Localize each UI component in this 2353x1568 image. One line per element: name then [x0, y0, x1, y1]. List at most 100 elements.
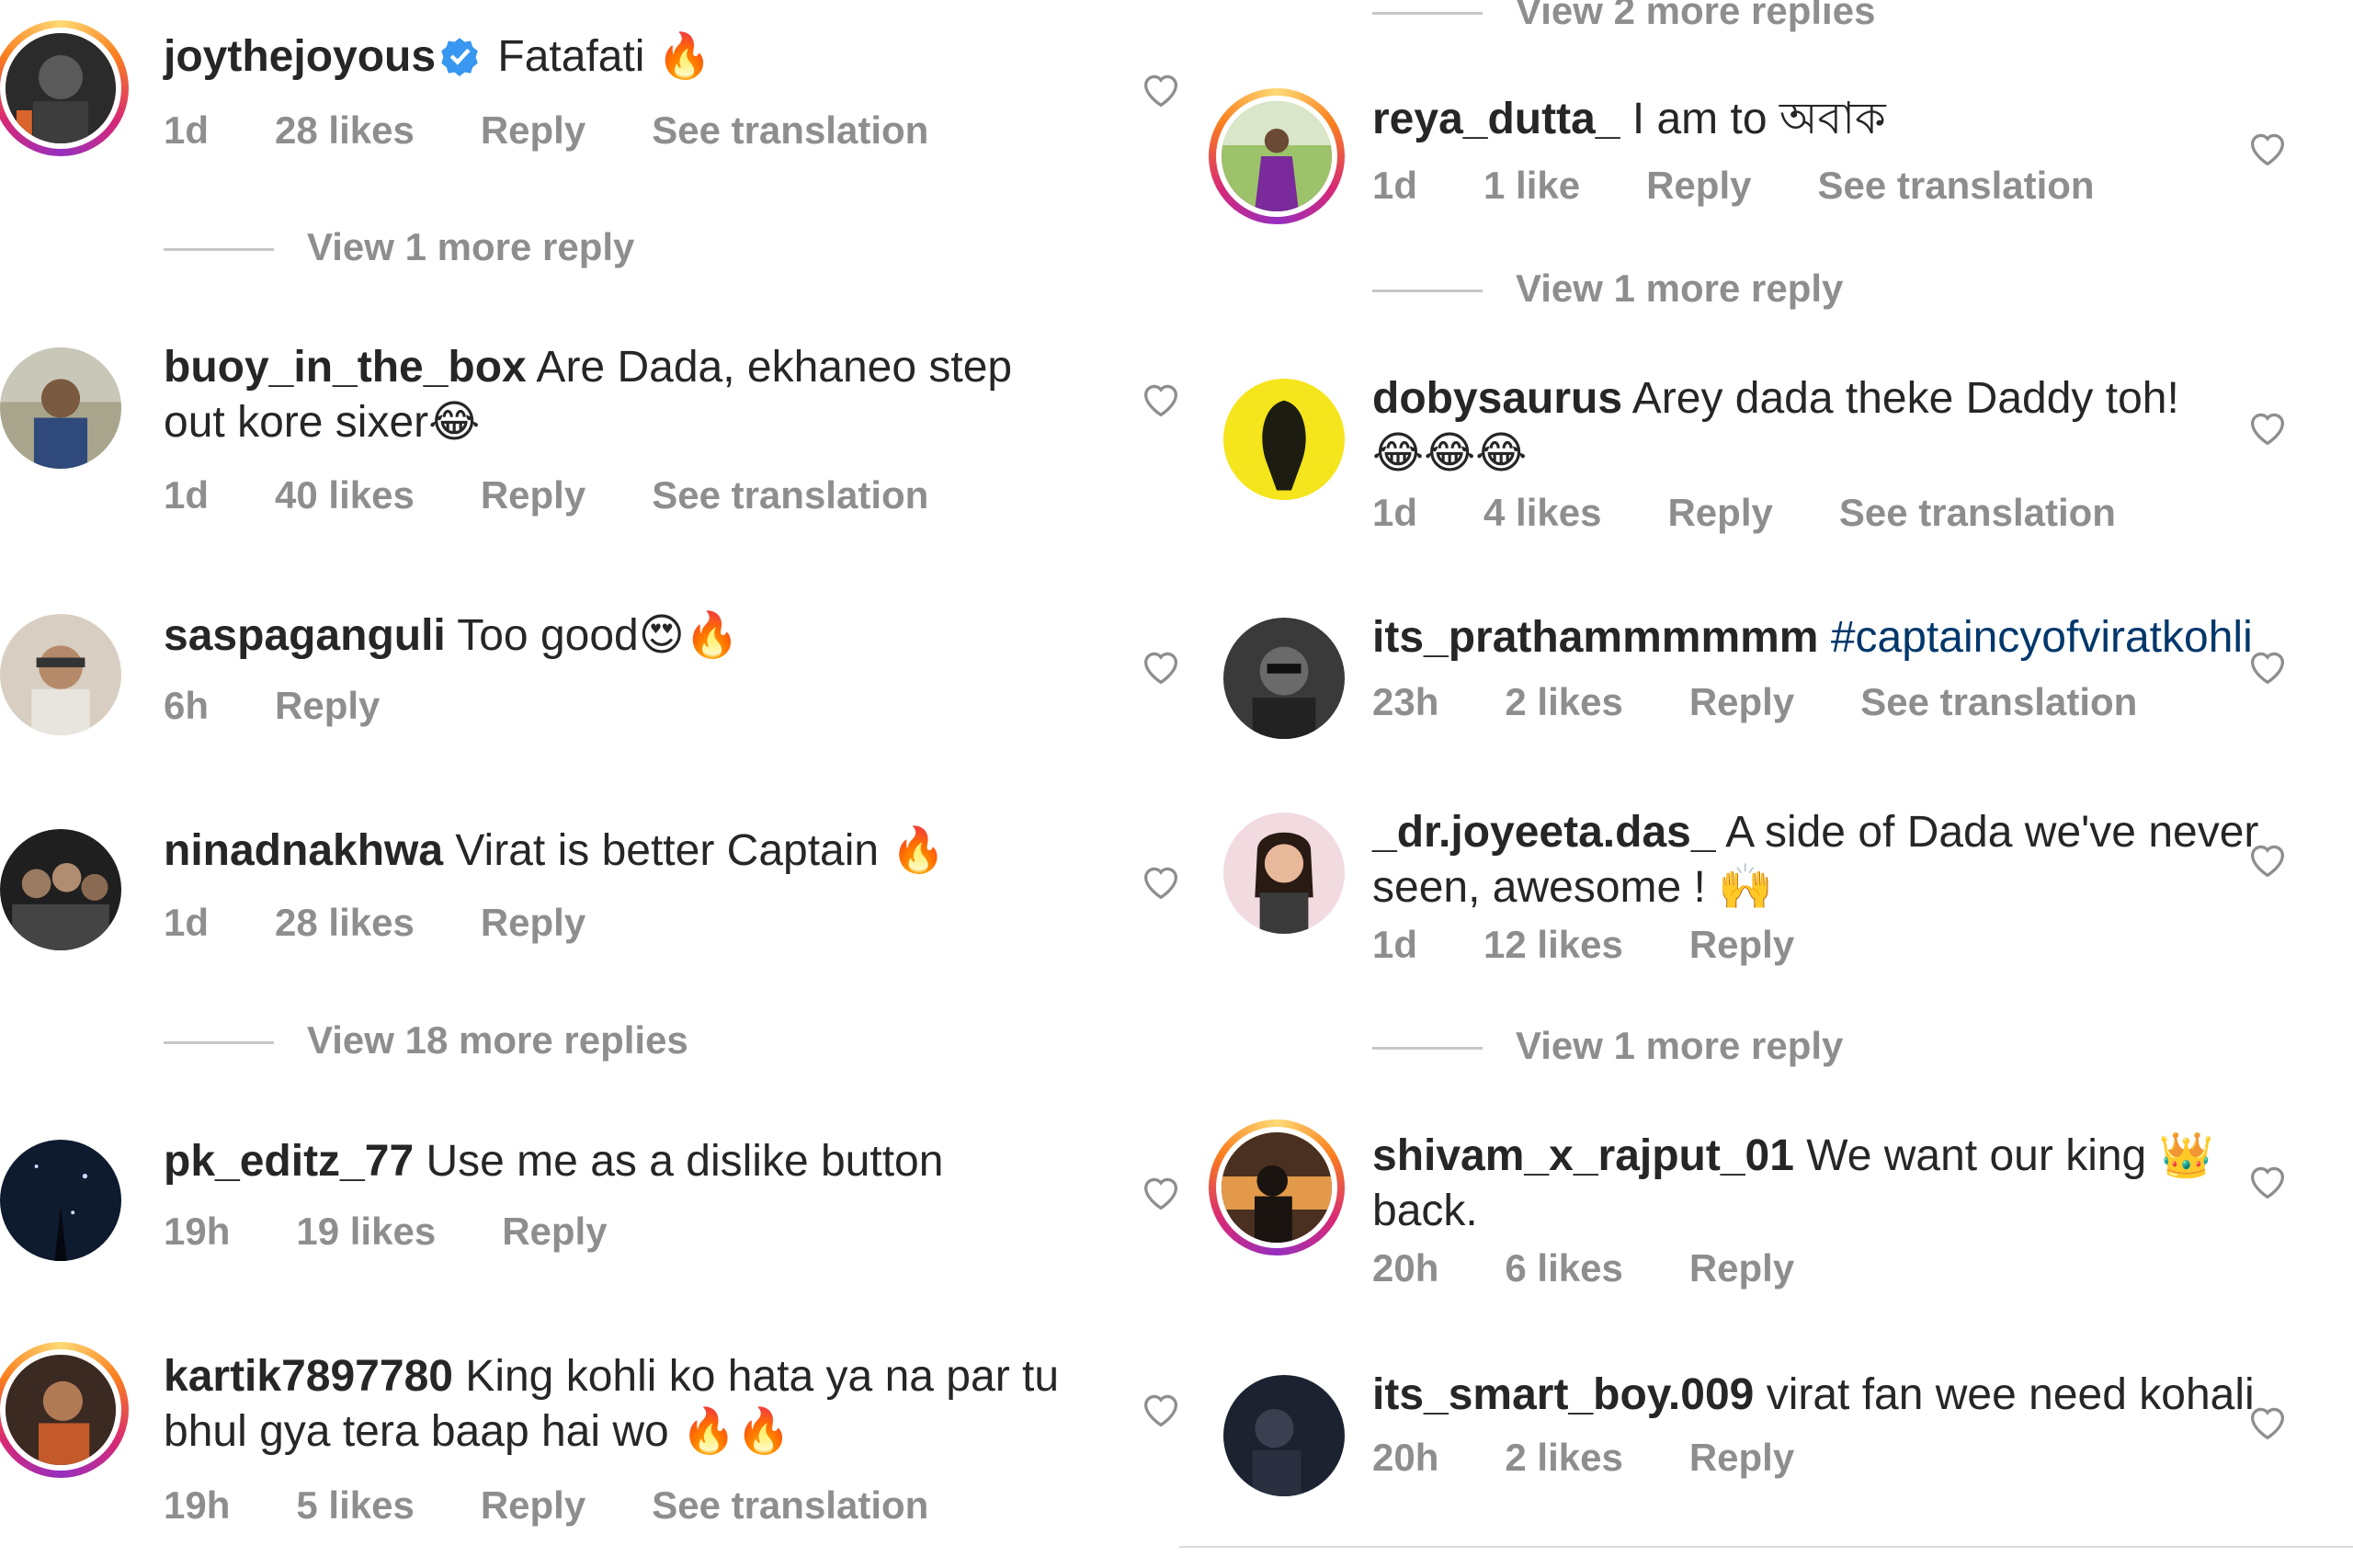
heart-icon[interactable]: [1141, 1392, 1181, 1428]
likes-count[interactable]: 28 likes: [275, 108, 415, 152]
likes-count[interactable]: 12 likes: [1483, 923, 1623, 966]
username[interactable]: shivam_x_rajput_01: [1372, 1131, 1794, 1180]
hashtag-link[interactable]: #captaincyofviratkohli: [1831, 613, 2253, 662]
comment-time: 20h: [1372, 1246, 1439, 1290]
view-more-replies[interactable]: View 1 more reply: [164, 225, 634, 269]
view-more-label[interactable]: View 1 more reply: [1516, 267, 1843, 310]
heart-icon[interactable]: [2247, 842, 2288, 879]
comment-time: 19h: [164, 1483, 231, 1527]
likes-count[interactable]: 5 likes: [296, 1483, 414, 1527]
view-more-label[interactable]: View 18 more replies: [307, 1018, 688, 1062]
see-translation-button[interactable]: See translation: [652, 108, 928, 152]
username[interactable]: _dr.joyeeta.das_: [1372, 808, 1716, 857]
view-more-replies[interactable]: View 1 more reply: [1372, 1024, 1843, 1068]
likes-count[interactable]: 19 likes: [296, 1210, 436, 1253]
comment-time: 19h: [164, 1210, 231, 1253]
likes-count[interactable]: 4 likes: [1483, 491, 1601, 534]
heart-icon[interactable]: [1141, 381, 1181, 418]
heart-icon[interactable]: [2247, 1404, 2288, 1441]
heart-icon[interactable]: [1141, 72, 1181, 108]
likes-count[interactable]: 40 likes: [275, 473, 415, 517]
username[interactable]: its_prathammmmmm: [1372, 613, 1818, 662]
reply-button[interactable]: Reply: [1689, 1246, 1794, 1290]
comment-time: 1d: [1372, 491, 1418, 534]
username[interactable]: its_smart_boy.009: [1372, 1370, 1754, 1419]
username[interactable]: kartik7897780: [164, 1352, 453, 1401]
see-translation-button[interactable]: See translation: [1860, 680, 2137, 723]
avatar[interactable]: [0, 1140, 121, 1261]
avatar[interactable]: [0, 829, 121, 950]
likes-count[interactable]: 1 like: [1483, 164, 1580, 207]
comment-time: 1d: [164, 108, 210, 152]
heart-icon[interactable]: [1141, 1175, 1181, 1211]
comment-time: 1d: [1372, 164, 1418, 207]
comment-text: Too good😍🔥: [457, 611, 740, 660]
view-more-label[interactable]: View 1 more reply: [307, 225, 634, 268]
reply-button[interactable]: Reply: [481, 901, 585, 944]
view-more-label[interactable]: View 2 more replies: [1516, 0, 1875, 32]
heart-icon[interactable]: [1141, 864, 1181, 901]
divider-line: [1372, 290, 1483, 293]
divider-line: [164, 248, 274, 252]
comment-text: Use me as a dislike button: [426, 1137, 944, 1186]
heart-icon[interactable]: [2247, 131, 2288, 167]
heart-icon[interactable]: [2247, 649, 2288, 686]
username[interactable]: pk_editz_77: [164, 1137, 414, 1186]
reply-button[interactable]: Reply: [1646, 164, 1751, 207]
comment-time: 6h: [164, 684, 210, 727]
heart-icon[interactable]: [1141, 649, 1181, 686]
view-more-label[interactable]: View 1 more reply: [1516, 1024, 1843, 1067]
reply-button[interactable]: Reply: [1689, 1436, 1794, 1479]
username[interactable]: dobysaurus: [1372, 374, 1622, 423]
comment-text: Fatafati 🔥: [497, 32, 712, 81]
comment-time: 1d: [164, 901, 210, 944]
left-comment-column: joythejoyous Fatafati 🔥 1d 28 likes Reply S…: [0, 0, 1179, 1568]
likes-count[interactable]: 2 likes: [1505, 680, 1622, 723]
view-more-replies[interactable]: View 2 more replies: [1372, 0, 1875, 33]
view-more-replies[interactable]: View 18 more replies: [164, 1018, 688, 1062]
reply-button[interactable]: Reply: [275, 684, 380, 727]
reply-button[interactable]: Reply: [1667, 491, 1772, 534]
likes-count[interactable]: 28 likes: [275, 901, 415, 944]
reply-button[interactable]: Reply: [1689, 923, 1794, 966]
username[interactable]: ninadnakhwa: [164, 826, 443, 875]
reply-button[interactable]: Reply: [481, 473, 585, 517]
divider-line: [164, 1041, 274, 1045]
avatar[interactable]: [1209, 1119, 1345, 1256]
comment-time: 20h: [1372, 1436, 1439, 1479]
avatar[interactable]: [1223, 1375, 1345, 1496]
username[interactable]: buoy_in_the_box: [164, 343, 527, 392]
see-translation-button[interactable]: See translation: [1817, 164, 2094, 207]
divider-line: [1372, 1047, 1483, 1051]
comment-text: I am to অবাক: [1631, 95, 1886, 143]
avatar[interactable]: [0, 20, 129, 156]
avatar[interactable]: [0, 614, 121, 735]
comment-time: 1d: [164, 473, 210, 517]
reply-button[interactable]: Reply: [481, 108, 585, 152]
comment-time: 1d: [1372, 923, 1418, 966]
username[interactable]: saspaganguli: [164, 611, 446, 660]
see-translation-button[interactable]: See translation: [1839, 491, 2116, 534]
avatar[interactable]: [1223, 618, 1345, 739]
reply-button[interactable]: Reply: [481, 1483, 585, 1527]
divider-line: [1372, 12, 1483, 16]
right-comment-column: View 2 more replies reya_dutta_ I am to …: [1179, 0, 2353, 1568]
username[interactable]: reya_dutta_: [1372, 95, 1620, 143]
avatar[interactable]: [1209, 88, 1345, 224]
avatar[interactable]: [1223, 379, 1345, 500]
heart-icon[interactable]: [2247, 1164, 2288, 1200]
username[interactable]: joythejoyous: [164, 32, 436, 81]
avatar[interactable]: [1223, 812, 1345, 934]
avatar[interactable]: [0, 347, 121, 469]
reply-button[interactable]: Reply: [502, 1210, 607, 1253]
see-translation-button[interactable]: See translation: [652, 1483, 928, 1527]
likes-count[interactable]: 2 likes: [1505, 1436, 1622, 1479]
divider-line: [1179, 1546, 2353, 1548]
heart-icon[interactable]: [2247, 410, 2288, 447]
see-translation-button[interactable]: See translation: [652, 473, 928, 517]
comment-text: Virat is better Captain 🔥: [455, 826, 947, 875]
view-more-replies[interactable]: View 1 more reply: [1372, 267, 1843, 311]
avatar[interactable]: [0, 1342, 129, 1478]
likes-count[interactable]: 6 likes: [1505, 1246, 1622, 1290]
reply-button[interactable]: Reply: [1689, 680, 1794, 723]
